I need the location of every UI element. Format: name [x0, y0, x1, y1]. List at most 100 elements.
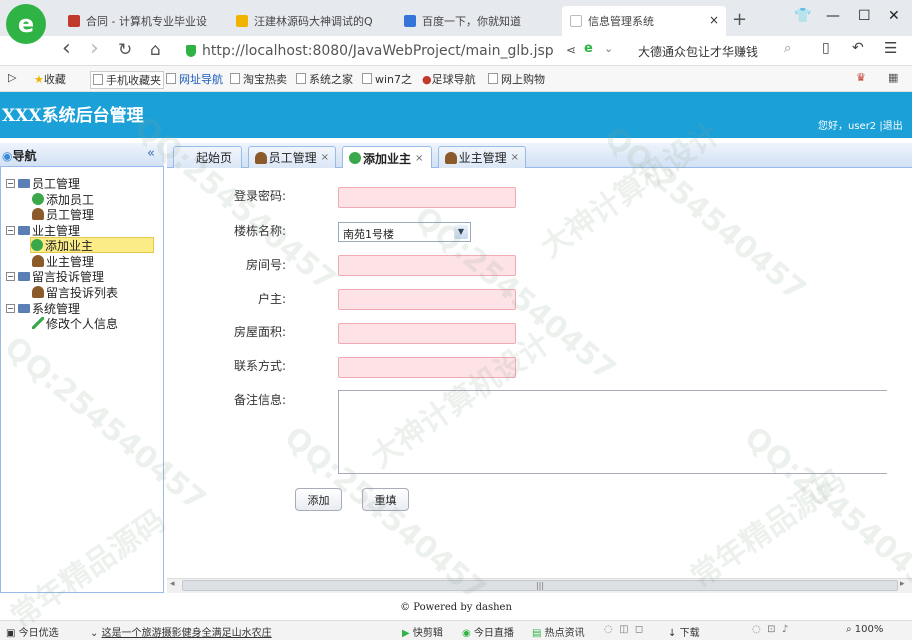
- phone-icon[interactable]: ▯: [822, 40, 830, 56]
- building-select[interactable]: 南苑1号楼 ▼: [338, 222, 471, 242]
- collapse-toggle-icon[interactable]: −: [6, 225, 15, 235]
- url-field[interactable]: http://localhost:8080/JavaWebProject/mai…: [186, 40, 556, 62]
- vertical-scrollbar[interactable]: [887, 168, 912, 578]
- tab-owner-management[interactable]: 业主管理 ×: [438, 146, 526, 168]
- scroll-right-icon[interactable]: ▸: [900, 579, 905, 589]
- close-tab-icon[interactable]: ×: [415, 153, 423, 164]
- status-tray[interactable]: ◌ ⊡ ♪: [752, 624, 788, 635]
- zoom-level[interactable]: ⌕ 100%: [846, 624, 883, 635]
- bookmark-item[interactable]: 网址导航: [166, 71, 223, 87]
- download-icon: ↓: [668, 628, 677, 639]
- status-item[interactable]: ▤ 热点资讯: [532, 624, 585, 639]
- bookmark-item[interactable]: 手机收藏夹: [90, 71, 164, 89]
- owner-field[interactable]: [338, 289, 516, 310]
- minimize-icon[interactable]: —: [826, 8, 840, 24]
- tab-favicon-icon: [570, 15, 582, 27]
- tab-favicon-icon: [68, 15, 80, 27]
- browser-tab[interactable]: 汪建林源码大神调试的Q: [228, 6, 393, 36]
- tab-add-owner[interactable]: 添加业主 ×: [342, 146, 432, 169]
- close-tab-icon[interactable]: ×: [321, 152, 329, 163]
- skin-icon[interactable]: 👕: [794, 8, 811, 24]
- bookmark-item[interactable]: 淘宝热卖: [230, 71, 287, 87]
- contact-label: 联系方式:: [233, 359, 286, 373]
- scroll-thumb[interactable]: |||: [182, 580, 898, 591]
- area-field[interactable]: [338, 323, 516, 344]
- bookmark-label: 网上购物: [501, 73, 545, 86]
- tree-node-edit-profile[interactable]: 修改个人信息: [32, 315, 118, 331]
- bookmark-label: 网址导航: [179, 73, 223, 86]
- search-icon[interactable]: ⌕: [784, 41, 791, 56]
- news-link[interactable]: ⌄ 这是一个旅游摄影健身全满足山水农庄: [90, 624, 272, 639]
- contact-field[interactable]: [338, 357, 516, 378]
- user-icon: [445, 151, 457, 164]
- share-icon[interactable]: ⋖: [566, 43, 576, 57]
- download-button[interactable]: ↓ 下载: [668, 624, 700, 639]
- password-field[interactable]: [338, 187, 516, 208]
- zoom-value: 100%: [854, 624, 884, 635]
- calendar-icon: ▣: [6, 628, 16, 639]
- collapse-toggle-icon[interactable]: −: [6, 271, 15, 281]
- reload-icon[interactable]: ↻: [118, 40, 132, 60]
- bookmark-item[interactable]: 网上购物: [488, 71, 545, 87]
- status-item[interactable]: ◉ 今日直播: [462, 624, 514, 639]
- forward-icon[interactable]: ›: [90, 36, 99, 61]
- close-tab-icon[interactable]: ×: [709, 13, 719, 27]
- trophy-icon[interactable]: ♛: [856, 71, 866, 84]
- undo-icon[interactable]: ↶: [852, 40, 864, 56]
- back-icon[interactable]: ‹: [62, 36, 71, 61]
- engine-dropdown-icon[interactable]: ⌄: [604, 42, 613, 55]
- scroll-left-icon[interactable]: ◂: [170, 579, 175, 589]
- tree-node-complaint-list[interactable]: 留言投诉列表: [32, 284, 118, 300]
- new-tab-icon[interactable]: +: [732, 9, 747, 30]
- search-promo[interactable]: 大德通众包让才华赚钱: [638, 43, 758, 60]
- news-text: 这是一个旅游摄影健身全满足山水农庄: [101, 628, 272, 639]
- tree-node-staff[interactable]: − 员工管理: [6, 175, 80, 191]
- add-icon: [32, 193, 44, 205]
- bookmark-item[interactable]: 系统之家: [296, 71, 353, 87]
- browser-tab-label: 合同 - 计算机专业毕业设: [86, 15, 207, 28]
- tree-node-manage-staff[interactable]: 员工管理: [32, 206, 94, 222]
- nav-title-text: 导航: [12, 149, 37, 163]
- grid-icon[interactable]: ▦: [888, 71, 898, 84]
- nav-title: ◉导航: [2, 147, 37, 164]
- status-tools[interactable]: ◌ ◫ ◻: [604, 624, 643, 635]
- room-number-label: 房间号:: [245, 258, 286, 272]
- computer-icon: [18, 303, 30, 313]
- collapse-nav-icon[interactable]: «: [147, 146, 155, 161]
- remarks-field[interactable]: [338, 390, 912, 474]
- bookmark-item[interactable]: ●足球导航: [422, 71, 476, 87]
- add-button[interactable]: 添加: [295, 488, 342, 511]
- home-icon[interactable]: ⌂: [150, 40, 161, 60]
- maximize-icon[interactable]: ☐: [858, 8, 871, 24]
- close-tab-icon[interactable]: ×: [511, 152, 519, 163]
- tree-node-complaints[interactable]: − 留言投诉管理: [6, 268, 104, 284]
- room-number-field[interactable]: [338, 255, 516, 276]
- window-close-icon[interactable]: ✕: [888, 8, 900, 24]
- bookmark-item[interactable]: ★收藏: [34, 71, 66, 87]
- collapse-toggle-icon[interactable]: −: [6, 178, 15, 188]
- status-item[interactable]: ▶ 快剪辑: [402, 624, 443, 639]
- tab-staff-management[interactable]: 员工管理 ×: [248, 146, 336, 168]
- tab-label: 起始页: [196, 151, 233, 165]
- user-icon: [255, 151, 267, 164]
- reset-button[interactable]: 重填: [362, 488, 409, 511]
- status-item-label: 热点资讯: [544, 628, 585, 639]
- collapse-toggle-icon[interactable]: −: [6, 303, 15, 313]
- tree-node-add-owner[interactable]: 添加业主: [30, 237, 154, 253]
- clip-icon: ▶: [402, 628, 410, 639]
- sidebar-toggle-icon[interactable]: ▷: [8, 71, 16, 84]
- engine-icon[interactable]: e: [584, 41, 593, 56]
- browser-tab[interactable]: 合同 - 计算机专业毕业设: [60, 6, 225, 36]
- browser-tab-active[interactable]: 信息管理系统: [562, 6, 726, 36]
- status-item-label: 今日直播: [473, 628, 514, 639]
- menu-icon[interactable]: ☰: [884, 39, 897, 57]
- user-info: 您好，user2 |退出: [818, 117, 903, 132]
- bookmark-label: 淘宝热卖: [243, 73, 287, 86]
- browser-tab[interactable]: 百度一下，你就知道: [396, 6, 556, 36]
- browser-logo[interactable]: e: [6, 4, 46, 44]
- footer-text: © Powered by dashen: [400, 602, 512, 613]
- tab-home[interactable]: 起始页: [173, 146, 242, 168]
- bookmark-item[interactable]: win7之: [362, 71, 412, 87]
- logout-link[interactable]: 退出: [883, 121, 903, 132]
- status-left[interactable]: ▣ 今日优选: [6, 624, 59, 639]
